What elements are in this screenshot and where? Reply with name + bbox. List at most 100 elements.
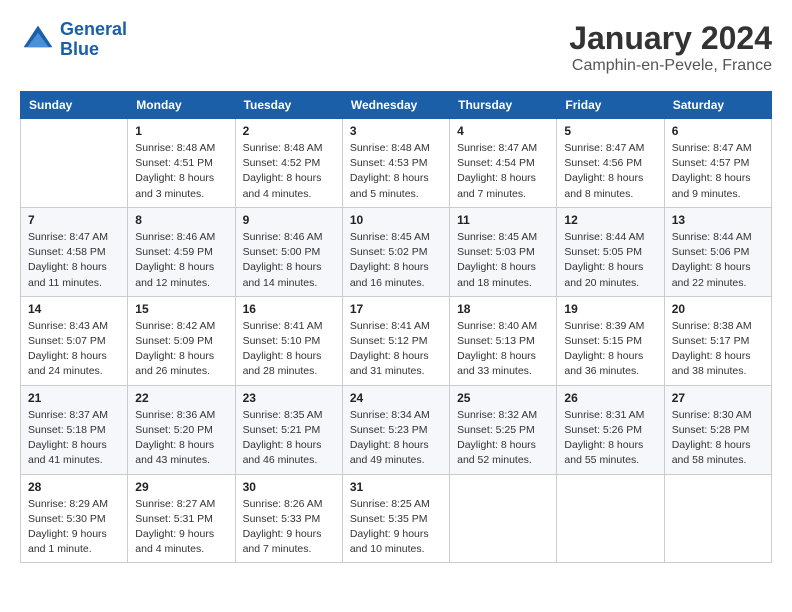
day-detail: Sunrise: 8:31 AMSunset: 5:26 PMDaylight:… xyxy=(564,408,656,469)
day-detail: Sunrise: 8:47 AMSunset: 4:54 PMDaylight:… xyxy=(457,141,549,202)
calendar-cell: 19 Sunrise: 8:39 AMSunset: 5:15 PMDayligh… xyxy=(557,296,664,385)
day-detail: Sunrise: 8:39 AMSunset: 5:15 PMDaylight:… xyxy=(564,319,656,380)
calendar-cell xyxy=(664,474,771,563)
calendar-cell: 22 Sunrise: 8:36 AMSunset: 5:20 PMDayligh… xyxy=(128,385,235,474)
day-detail: Sunrise: 8:46 AMSunset: 5:00 PMDaylight:… xyxy=(243,230,335,291)
day-detail: Sunrise: 8:47 AMSunset: 4:56 PMDaylight:… xyxy=(564,141,656,202)
calendar-cell: 9 Sunrise: 8:46 AMSunset: 5:00 PMDaylight… xyxy=(235,207,342,296)
day-detail: Sunrise: 8:41 AMSunset: 5:12 PMDaylight:… xyxy=(350,319,442,380)
calendar-cell: 3 Sunrise: 8:48 AMSunset: 4:53 PMDaylight… xyxy=(342,119,449,208)
day-detail: Sunrise: 8:37 AMSunset: 5:18 PMDaylight:… xyxy=(28,408,120,469)
day-number: 31 xyxy=(350,480,442,494)
logo-text: General Blue xyxy=(60,20,127,60)
day-number: 2 xyxy=(243,124,335,138)
calendar-cell: 24 Sunrise: 8:34 AMSunset: 5:23 PMDayligh… xyxy=(342,385,449,474)
calendar-cell: 8 Sunrise: 8:46 AMSunset: 4:59 PMDaylight… xyxy=(128,207,235,296)
header-tuesday: Tuesday xyxy=(235,92,342,119)
day-detail: Sunrise: 8:44 AMSunset: 5:05 PMDaylight:… xyxy=(564,230,656,291)
week-row-5: 28 Sunrise: 8:29 AMSunset: 5:30 PMDayligh… xyxy=(21,474,772,563)
calendar-cell: 30 Sunrise: 8:26 AMSunset: 5:33 PMDayligh… xyxy=(235,474,342,563)
day-number: 30 xyxy=(243,480,335,494)
header-thursday: Thursday xyxy=(450,92,557,119)
day-detail: Sunrise: 8:46 AMSunset: 4:59 PMDaylight:… xyxy=(135,230,227,291)
calendar-cell: 21Sunrise: 8:37 AMSunset: 5:18 PMDayligh… xyxy=(21,385,128,474)
day-detail: Sunrise: 8:47 AMSunset: 4:58 PMDaylight:… xyxy=(28,230,120,291)
calendar-cell: 16Sunrise: 8:41 AMSunset: 5:10 PMDayligh… xyxy=(235,296,342,385)
day-detail: Sunrise: 8:40 AMSunset: 5:13 PMDaylight:… xyxy=(457,319,549,380)
title-block: January 2024 Camphin-en-Pevele, France xyxy=(569,20,772,75)
day-number: 8 xyxy=(135,213,227,227)
day-number: 24 xyxy=(350,391,442,405)
day-detail: Sunrise: 8:32 AMSunset: 5:25 PMDaylight:… xyxy=(457,408,549,469)
logo: General Blue xyxy=(20,20,127,60)
day-number: 6 xyxy=(672,124,764,138)
day-number: 22 xyxy=(135,391,227,405)
day-number: 27 xyxy=(672,391,764,405)
day-number: 19 xyxy=(564,302,656,316)
calendar-cell: 23 Sunrise: 8:35 AMSunset: 5:21 PMDayligh… xyxy=(235,385,342,474)
day-number: 12 xyxy=(564,213,656,227)
calendar-cell: 26 Sunrise: 8:31 AMSunset: 5:26 PMDayligh… xyxy=(557,385,664,474)
day-detail: Sunrise: 8:34 AMSunset: 5:23 PMDaylight:… xyxy=(350,408,442,469)
logo-blue: Blue xyxy=(60,39,99,59)
calendar-cell: 6Sunrise: 8:47 AMSunset: 4:57 PMDaylight… xyxy=(664,119,771,208)
calendar-cell: 29 Sunrise: 8:27 AMSunset: 5:31 PMDayligh… xyxy=(128,474,235,563)
page-header: General Blue January 2024 Camphin-en-Pev… xyxy=(20,20,772,75)
day-detail: Sunrise: 8:42 AMSunset: 5:09 PMDaylight:… xyxy=(135,319,227,380)
day-number: 14 xyxy=(28,302,120,316)
calendar-cell: 20 Sunrise: 8:38 AMSunset: 5:17 PMDayligh… xyxy=(664,296,771,385)
day-detail: Sunrise: 8:44 AMSunset: 5:06 PMDaylight:… xyxy=(672,230,764,291)
day-detail: Sunrise: 8:29 AMSunset: 5:30 PMDaylight:… xyxy=(28,497,120,558)
day-number: 16 xyxy=(243,302,335,316)
day-number: 10 xyxy=(350,213,442,227)
day-number: 9 xyxy=(243,213,335,227)
day-detail: Sunrise: 8:35 AMSunset: 5:21 PMDaylight:… xyxy=(243,408,335,469)
day-number: 18 xyxy=(457,302,549,316)
day-number: 11 xyxy=(457,213,549,227)
day-number: 4 xyxy=(457,124,549,138)
calendar-cell: 1Sunrise: 8:48 AMSunset: 4:51 PMDaylight… xyxy=(128,119,235,208)
day-number: 13 xyxy=(672,213,764,227)
calendar-cell: 12 Sunrise: 8:44 AMSunset: 5:05 PMDayligh… xyxy=(557,207,664,296)
calendar-table: SundayMondayTuesdayWednesdayThursdayFrid… xyxy=(20,91,772,563)
day-detail: Sunrise: 8:36 AMSunset: 5:20 PMDaylight:… xyxy=(135,408,227,469)
calendar-cell: 2 Sunrise: 8:48 AMSunset: 4:52 PMDaylight… xyxy=(235,119,342,208)
logo-general: General xyxy=(60,19,127,39)
calendar-cell: 25 Sunrise: 8:32 AMSunset: 5:25 PMDayligh… xyxy=(450,385,557,474)
day-detail: Sunrise: 8:27 AMSunset: 5:31 PMDaylight:… xyxy=(135,497,227,558)
calendar-subtitle: Camphin-en-Pevele, France xyxy=(569,57,772,75)
header-friday: Friday xyxy=(557,92,664,119)
calendar-cell: 13 Sunrise: 8:44 AMSunset: 5:06 PMDayligh… xyxy=(664,207,771,296)
day-number: 23 xyxy=(243,391,335,405)
week-row-1: 1Sunrise: 8:48 AMSunset: 4:51 PMDaylight… xyxy=(21,119,772,208)
week-row-4: 21Sunrise: 8:37 AMSunset: 5:18 PMDayligh… xyxy=(21,385,772,474)
day-number: 17 xyxy=(350,302,442,316)
day-number: 29 xyxy=(135,480,227,494)
calendar-cell: 10 Sunrise: 8:45 AMSunset: 5:02 PMDayligh… xyxy=(342,207,449,296)
day-detail: Sunrise: 8:25 AMSunset: 5:35 PMDaylight:… xyxy=(350,497,442,558)
day-number: 3 xyxy=(350,124,442,138)
day-number: 28 xyxy=(28,480,120,494)
day-detail: Sunrise: 8:26 AMSunset: 5:33 PMDaylight:… xyxy=(243,497,335,558)
header-saturday: Saturday xyxy=(664,92,771,119)
calendar-cell: 11Sunrise: 8:45 AMSunset: 5:03 PMDayligh… xyxy=(450,207,557,296)
day-number: 15 xyxy=(135,302,227,316)
day-detail: Sunrise: 8:38 AMSunset: 5:17 PMDaylight:… xyxy=(672,319,764,380)
calendar-cell: 28 Sunrise: 8:29 AMSunset: 5:30 PMDayligh… xyxy=(21,474,128,563)
logo-icon xyxy=(20,22,56,58)
calendar-cell: 7Sunrise: 8:47 AMSunset: 4:58 PMDaylight… xyxy=(21,207,128,296)
header-monday: Monday xyxy=(128,92,235,119)
calendar-cell: 14Sunrise: 8:43 AMSunset: 5:07 PMDayligh… xyxy=(21,296,128,385)
calendar-cell: 17 Sunrise: 8:41 AMSunset: 5:12 PMDayligh… xyxy=(342,296,449,385)
day-number: 20 xyxy=(672,302,764,316)
calendar-cell: 15 Sunrise: 8:42 AMSunset: 5:09 PMDayligh… xyxy=(128,296,235,385)
calendar-cell: 4 Sunrise: 8:47 AMSunset: 4:54 PMDaylight… xyxy=(450,119,557,208)
day-number: 25 xyxy=(457,391,549,405)
week-row-2: 7Sunrise: 8:47 AMSunset: 4:58 PMDaylight… xyxy=(21,207,772,296)
day-detail: Sunrise: 8:45 AMSunset: 5:02 PMDaylight:… xyxy=(350,230,442,291)
calendar-cell xyxy=(557,474,664,563)
day-detail: Sunrise: 8:48 AMSunset: 4:53 PMDaylight:… xyxy=(350,141,442,202)
calendar-cell: 31 Sunrise: 8:25 AMSunset: 5:35 PMDayligh… xyxy=(342,474,449,563)
day-number: 26 xyxy=(564,391,656,405)
day-detail: Sunrise: 8:48 AMSunset: 4:52 PMDaylight:… xyxy=(243,141,335,202)
